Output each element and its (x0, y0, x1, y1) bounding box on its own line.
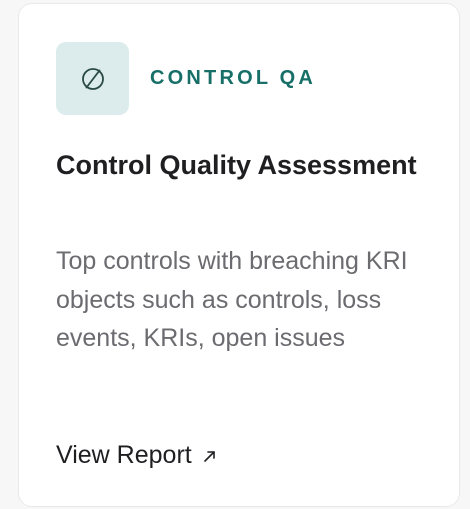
view-report-label: View Report (56, 441, 192, 469)
category-label: CONTROL QA (150, 67, 317, 89)
card-description: Top controls with breaching KRI objects … (56, 247, 408, 352)
view-report-link[interactable]: View Report (56, 441, 218, 470)
slashed-circle-icon (81, 67, 104, 90)
icon-tile (56, 42, 129, 115)
report-card: CONTROL QA Control Quality Assessment To… (18, 3, 460, 507)
arrow-up-right-icon (202, 448, 218, 464)
card-header: CONTROL QA (56, 42, 316, 115)
card-title: Control Quality Assessment (56, 150, 417, 180)
